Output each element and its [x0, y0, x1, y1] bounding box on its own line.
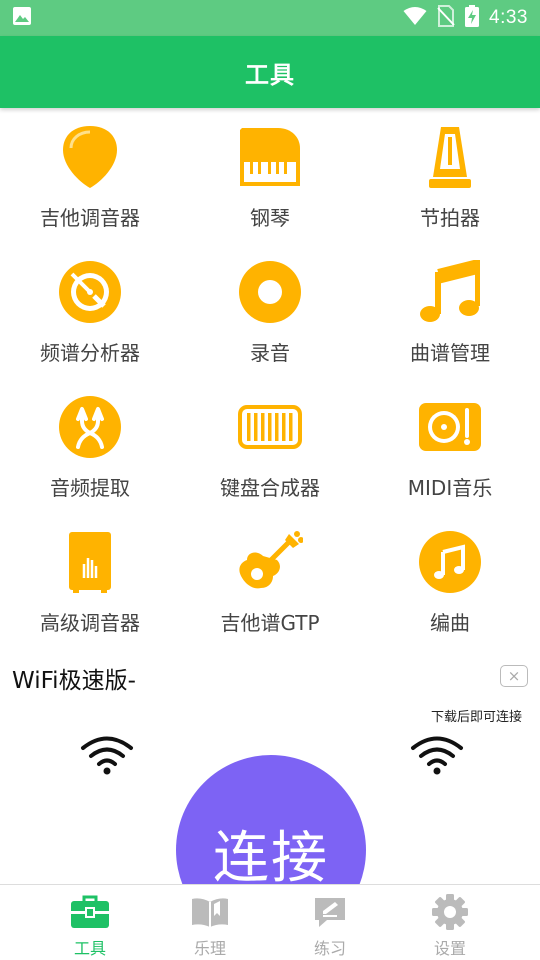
tool-keyboard-synth[interactable]: 键盘合成器	[180, 388, 360, 518]
ad-title: WiFi极速版-	[12, 668, 136, 694]
tool-score-manager[interactable]: 曲谱管理	[360, 253, 540, 383]
tool-guitar-gtp[interactable]: 吉他谱GTP	[180, 523, 360, 653]
midi-turntable-icon	[417, 394, 483, 460]
book-icon	[191, 893, 229, 931]
gear-icon	[431, 893, 469, 931]
bottom-navigation: 工具 乐理 练习 设置	[0, 884, 540, 960]
tool-label: 录音	[250, 341, 290, 365]
music-note-circle-icon	[417, 529, 483, 595]
tool-piano[interactable]: 钢琴	[180, 118, 360, 248]
nav-tools[interactable]: 工具	[30, 885, 150, 960]
record-icon	[237, 259, 303, 325]
nav-label: 练习	[313, 939, 346, 958]
battery-charging-icon	[465, 5, 480, 31]
page-title: 工具	[245, 60, 295, 89]
tool-label: 曲谱管理	[410, 341, 490, 365]
ad-banner[interactable]: WiFi极速版- × 下载后即可连接 连接	[0, 655, 540, 885]
tool-label: 键盘合成器	[220, 476, 320, 500]
app-bar: 工具	[0, 36, 540, 108]
advanced-tuner-icon	[57, 529, 123, 595]
wifi-icon	[410, 735, 464, 779]
tool-label: 编曲	[430, 611, 470, 635]
tool-audio-extract[interactable]: 音频提取	[0, 388, 180, 518]
tool-label: 高级调音器	[40, 611, 140, 635]
no-sim-icon	[437, 5, 455, 31]
tool-label: 节拍器	[420, 206, 480, 230]
clock: 4:33	[489, 7, 528, 28]
guitar-pick-icon	[57, 124, 123, 190]
toolbox-icon	[70, 893, 110, 931]
keyboard-synth-icon	[237, 394, 303, 460]
ad-subtitle: 下载后即可连接	[430, 710, 522, 725]
guitar-icon	[237, 529, 303, 595]
piano-icon	[237, 124, 303, 190]
nav-label: 乐理	[193, 939, 226, 958]
tool-label: 钢琴	[250, 206, 290, 230]
nav-label: 设置	[433, 939, 466, 958]
tool-midi-music[interactable]: MIDI音乐	[360, 388, 540, 518]
nav-music-theory[interactable]: 乐理	[150, 885, 270, 960]
audio-extract-icon	[57, 394, 123, 460]
app-root: 4:33 工具 吉他调音器 钢琴 节拍器 频谱分析器 录音 曲谱管理 音频提取 …	[0, 0, 540, 960]
practice-icon	[313, 893, 347, 931]
status-bar: 4:33	[0, 0, 540, 36]
connect-button[interactable]: 连接	[176, 755, 366, 885]
tool-guitar-tuner[interactable]: 吉他调音器	[0, 118, 180, 248]
tool-label: 频谱分析器	[40, 341, 140, 365]
tool-label: 音频提取	[50, 476, 130, 500]
tool-spectrum-analyzer[interactable]: 频谱分析器	[0, 253, 180, 383]
metronome-icon	[417, 124, 483, 190]
nav-label: 工具	[73, 939, 106, 958]
music-notes-icon	[417, 259, 483, 325]
gallery-notification-icon	[12, 6, 32, 30]
tool-label: 吉他谱GTP	[220, 611, 320, 635]
nav-practice[interactable]: 练习	[270, 885, 390, 960]
tool-arrange[interactable]: 编曲	[360, 523, 540, 653]
tool-advanced-tuner[interactable]: 高级调音器	[0, 523, 180, 653]
tool-metronome[interactable]: 节拍器	[360, 118, 540, 248]
ad-close-button[interactable]: ×	[500, 665, 528, 687]
wifi-signal-icon	[403, 6, 427, 30]
tool-label: 吉他调音器	[40, 206, 140, 230]
tool-record[interactable]: 录音	[180, 253, 360, 383]
wifi-icon	[80, 735, 134, 779]
tool-label: MIDI音乐	[407, 476, 493, 500]
nav-settings[interactable]: 设置	[390, 885, 510, 960]
spectrum-disc-icon	[57, 259, 123, 325]
